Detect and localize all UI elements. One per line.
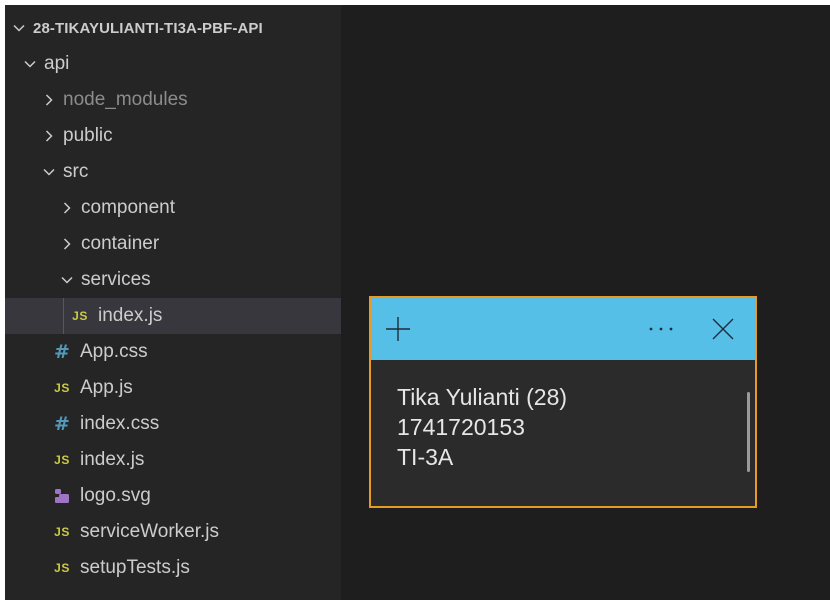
file-service-worker-js[interactable]: JS serviceWorker.js (5, 514, 341, 550)
chevron-down-icon (41, 164, 57, 180)
javascript-file-icon: JS (72, 309, 88, 323)
workspace-root-folder[interactable]: 28-TIKAYULIANTI-TI3A-PBF-API (5, 10, 341, 46)
chevron-down-icon (22, 56, 38, 72)
sticky-note[interactable]: Tika Yulianti (28) 1741720153 TI-3A (369, 296, 757, 508)
add-note-button[interactable] (379, 310, 417, 348)
note-line-id: 1741720153 (397, 414, 525, 440)
file-services-index-js[interactable]: JS index.js (5, 298, 341, 334)
file-label: index.js (80, 449, 145, 470)
folder-label: public (63, 125, 113, 146)
sticky-note-content[interactable]: Tika Yulianti (28) 1741720153 TI-3A (397, 382, 567, 472)
more-options-button[interactable] (641, 310, 681, 348)
folder-component[interactable]: component (5, 190, 341, 226)
folder-label: container (81, 233, 160, 254)
plus-icon (386, 317, 410, 341)
folder-label: api (44, 53, 70, 74)
file-label: index.js (98, 305, 163, 326)
folder-container[interactable]: container (5, 226, 341, 262)
close-note-button[interactable] (703, 310, 743, 348)
file-index-css[interactable]: # index.css (5, 406, 341, 442)
file-label: App.js (80, 377, 133, 398)
javascript-file-icon: JS (54, 561, 70, 575)
javascript-file-icon: JS (54, 381, 70, 395)
note-line-name: Tika Yulianti (28) (397, 384, 568, 410)
folder-label: 28-TIKAYULIANTI-TI3A-PBF-API (33, 19, 263, 37)
indent-guide (63, 298, 64, 334)
file-setup-tests-js[interactable]: JS setupTests.js (5, 550, 341, 586)
folder-services[interactable]: services (5, 262, 341, 298)
folder-label: component (81, 197, 176, 218)
note-scrollbar[interactable] (747, 392, 750, 472)
file-app-js[interactable]: JS App.js (5, 370, 341, 406)
file-index-js[interactable]: JS index.js (5, 442, 341, 478)
chevron-right-icon (41, 128, 57, 144)
chevron-right-icon (59, 236, 75, 252)
folder-public[interactable]: public (5, 118, 341, 154)
file-explorer: 28-TIKAYULIANTI-TI3A-PBF-API api node_mo… (5, 5, 341, 600)
file-label: App.css (80, 341, 148, 362)
javascript-file-icon: JS (54, 453, 70, 467)
folder-node-modules[interactable]: node_modules (5, 82, 341, 118)
svg-file-icon (53, 487, 71, 505)
ellipsis-icon (649, 327, 673, 331)
note-line-class: TI-3A (397, 444, 454, 470)
chevron-right-icon (59, 200, 75, 216)
folder-label: src (63, 161, 89, 182)
css-file-icon: # (54, 413, 70, 435)
folder-api[interactable]: api (5, 46, 341, 82)
folder-label: node_modules (63, 89, 188, 110)
javascript-file-icon: JS (54, 525, 70, 539)
file-label: setupTests.js (80, 557, 190, 578)
file-label: logo.svg (80, 485, 151, 506)
sticky-note-header[interactable] (371, 298, 755, 360)
css-file-icon: # (54, 341, 70, 363)
chevron-right-icon (41, 92, 57, 108)
chevron-down-icon (11, 20, 27, 36)
chevron-down-icon (59, 272, 75, 288)
file-app-css[interactable]: # App.css (5, 334, 341, 370)
file-label: serviceWorker.js (80, 521, 220, 542)
file-logo-svg[interactable]: logo.svg (5, 478, 341, 514)
folder-src[interactable]: src (5, 154, 341, 190)
folder-label: services (81, 269, 151, 290)
close-icon (712, 318, 734, 340)
file-label: index.css (80, 413, 160, 434)
